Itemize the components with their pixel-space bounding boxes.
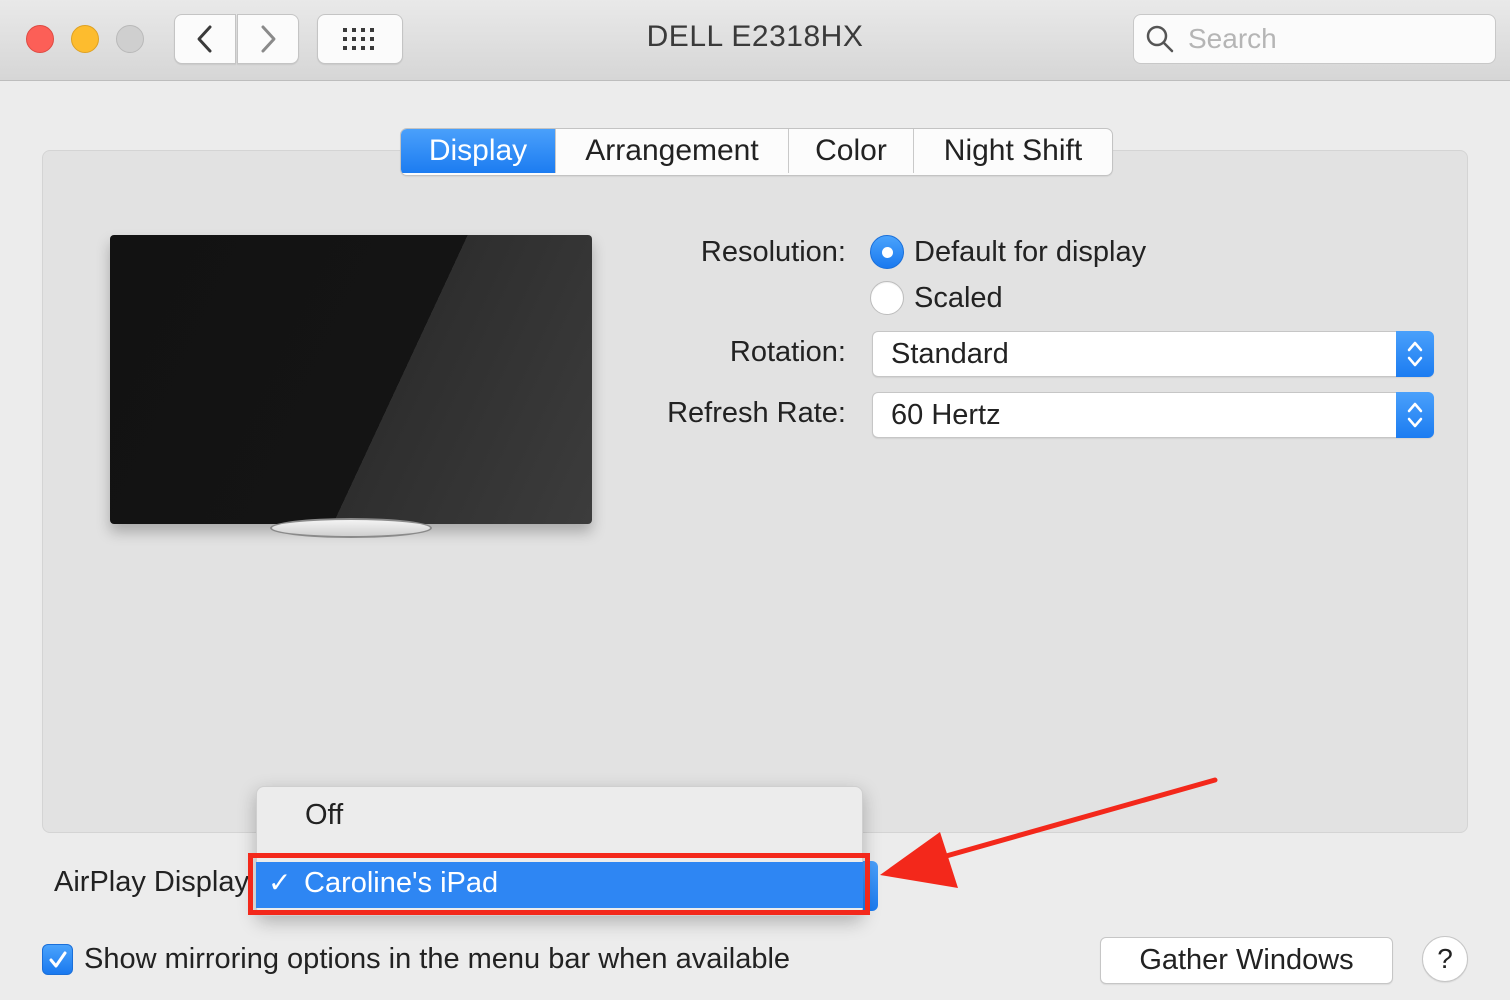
- checkmark-icon: [49, 951, 66, 967]
- refresh-rate-value: 60 Hertz: [891, 399, 1001, 431]
- menu-item-label: Caroline's iPad: [304, 867, 499, 899]
- monitor-stand: [270, 518, 432, 538]
- tab-arrangement[interactable]: Arrangement: [556, 129, 789, 173]
- checkmark-icon: ✓: [268, 867, 292, 898]
- rotation-value: Standard: [891, 338, 1009, 370]
- radio-scaled-label[interactable]: Scaled: [914, 282, 1003, 315]
- mirroring-label[interactable]: Show mirroring options in the menu bar w…: [84, 943, 790, 976]
- tab-color[interactable]: Color: [789, 129, 914, 173]
- radio-scaled[interactable]: [870, 281, 904, 315]
- airplay-display-label: AirPlay Display: [54, 866, 249, 898]
- help-button[interactable]: ?: [1422, 936, 1468, 982]
- rotation-label: Rotation:: [729, 336, 846, 368]
- radio-default-for-display-label[interactable]: Default for display: [914, 236, 1146, 269]
- tab-display[interactable]: Display: [401, 129, 556, 173]
- updown-chevron-icon: [1396, 331, 1434, 377]
- mirroring-checkbox[interactable]: [42, 944, 73, 975]
- menu-item-carolines-ipad[interactable]: ✓ Caroline's iPad: [256, 862, 863, 908]
- rotation-select[interactable]: Standard: [872, 331, 1434, 377]
- menu-item-off[interactable]: Off: [305, 799, 343, 832]
- search-icon: [1144, 23, 1176, 55]
- title-bar: DELL E2318HX: [0, 0, 1510, 81]
- radio-default-for-display[interactable]: [870, 235, 904, 269]
- search-field[interactable]: [1133, 14, 1496, 64]
- search-input[interactable]: [1186, 22, 1490, 56]
- updown-chevron-icon: [1396, 392, 1434, 438]
- tab-night-shift[interactable]: Night Shift: [914, 129, 1112, 173]
- refresh-rate-label: Refresh Rate:: [667, 397, 846, 429]
- resolution-label: Resolution:: [700, 236, 846, 268]
- gather-windows-button[interactable]: Gather Windows: [1100, 937, 1393, 984]
- refresh-rate-select[interactable]: 60 Hertz: [872, 392, 1434, 438]
- monitor-illustration: [110, 235, 592, 524]
- annotation-arrow-icon: [880, 777, 1218, 888]
- tab-bar: Display Arrangement Color Night Shift: [400, 128, 1113, 176]
